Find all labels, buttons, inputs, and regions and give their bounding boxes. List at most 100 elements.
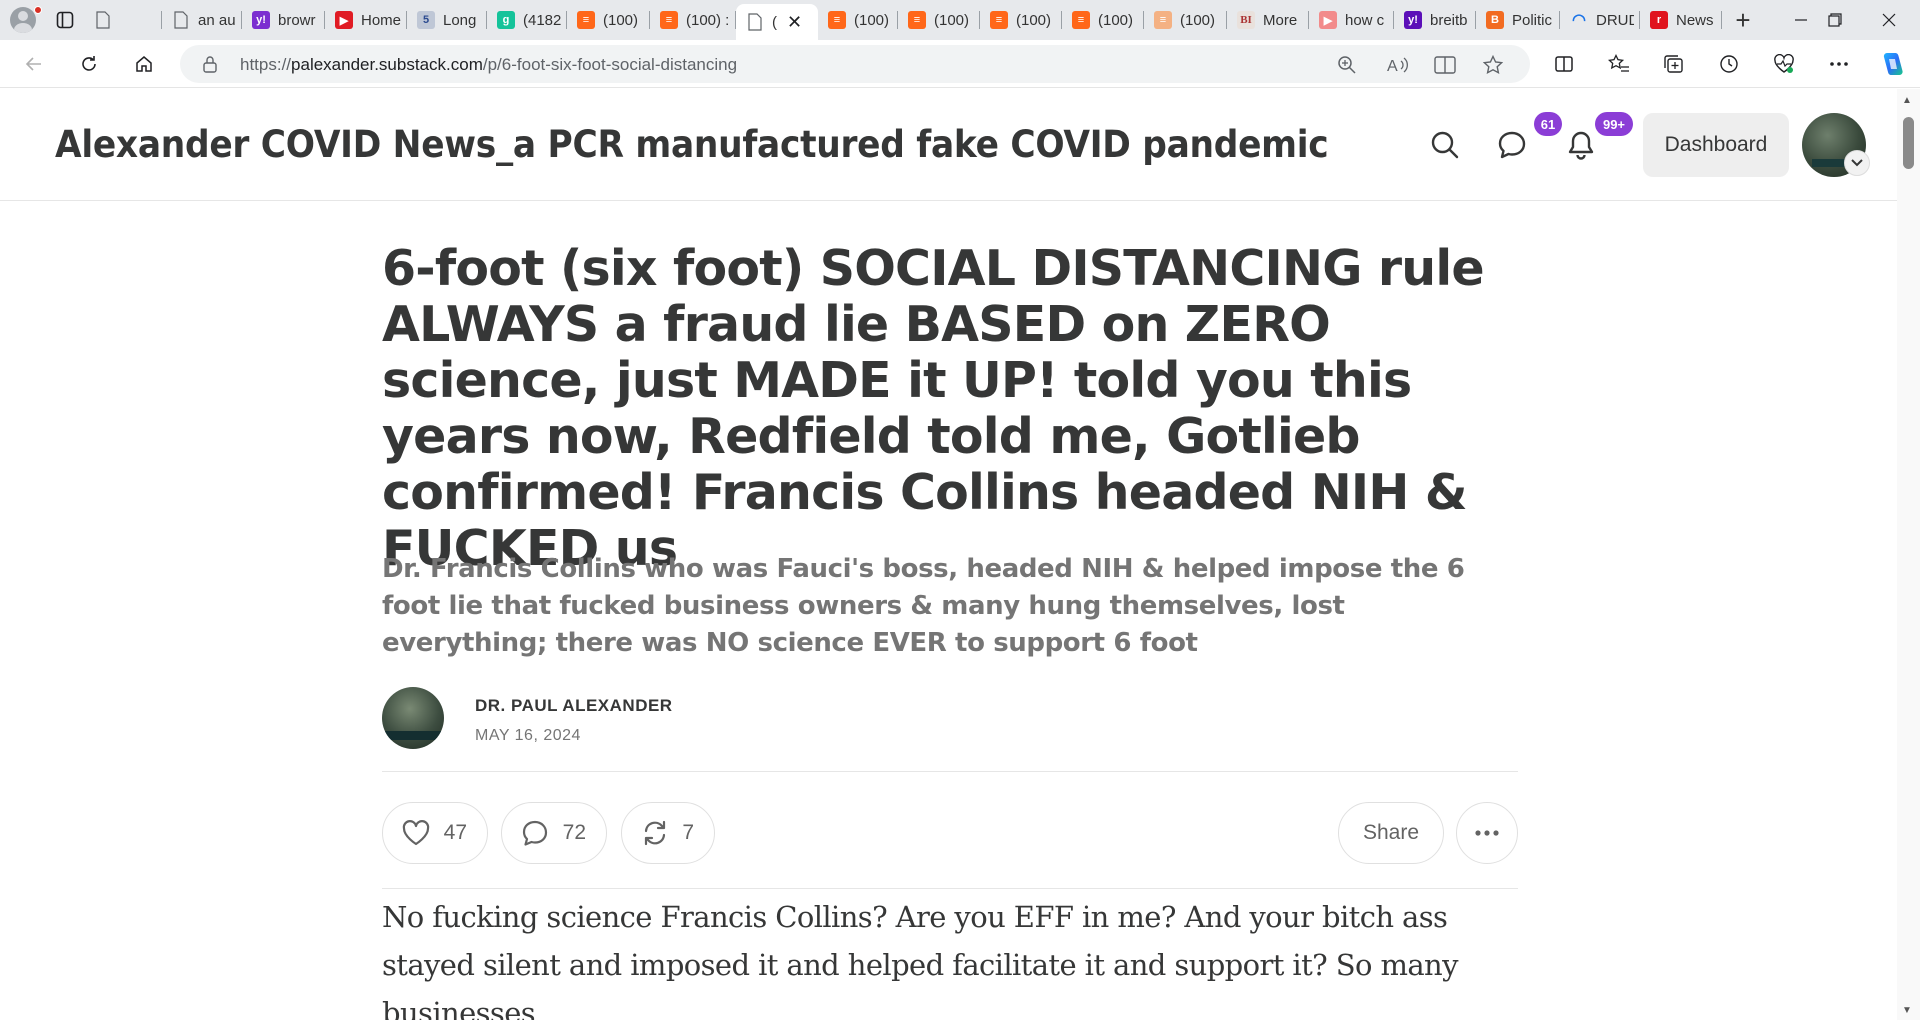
tab[interactable]: r News [1640,0,1722,40]
favorites-button[interactable] [1603,48,1635,80]
profile-button[interactable] [0,0,46,40]
yahoo-icon: y! [1404,11,1422,29]
back-button[interactable] [18,48,50,80]
search-button[interactable] [1427,127,1463,163]
substack-icon: ≡ [1154,11,1172,29]
history-button[interactable] [1713,48,1745,80]
substack-icon: ≡ [990,11,1008,29]
url-text: https://palexander.substack.com/p/6-foot… [240,55,738,74]
split-screen-icon [1555,56,1573,72]
tab-title: (100) [1098,11,1134,29]
post-title: 6-foot (six foot) SOCIAL DISTANCING rule… [382,240,1485,577]
tab-actions-button[interactable] [46,0,84,40]
split-screen-button[interactable] [1548,48,1580,80]
arrow-left-icon [25,57,41,71]
notifications-button[interactable] [1563,127,1599,163]
favorite-button[interactable] [1482,54,1504,76]
star-icon [1483,55,1503,75]
tab[interactable]: ≡ (100) [898,0,980,40]
svg-text:A: A [1387,58,1398,75]
share-button[interactable]: Share [1338,802,1444,864]
page-scrollbar[interactable]: ▲ ▼ [1897,89,1920,1020]
chat-button[interactable] [1494,127,1530,163]
tab[interactable]: ≡ (100) [1144,0,1227,40]
page-icon [94,11,112,29]
read-aloud-button[interactable]: A [1387,54,1409,76]
address-bar[interactable]: https://palexander.substack.com/p/6-foot… [180,45,1530,83]
tab[interactable]: ◠ DRUD [1560,0,1640,40]
new-tab-button[interactable]: + [1722,0,1764,40]
b-icon: B [1486,11,1504,29]
tab-actions-icon [56,11,74,29]
close-window-button[interactable] [1858,0,1920,40]
refresh-button[interactable] [73,48,105,80]
scroll-thumb[interactable] [1903,117,1914,169]
tab-title: (100) : [686,11,730,29]
favorites-list-icon [1608,54,1629,72]
restack-count: 7 [682,821,694,844]
tab[interactable]: ≡ (100) [980,0,1062,40]
bi-icon: BI [1237,11,1255,29]
post-more-button[interactable] [1456,802,1518,864]
divider-bottom [382,888,1518,889]
scroll-up-arrow-icon[interactable]: ▲ [1902,95,1912,106]
site-title[interactable]: Alexander COVID News_a PCR manufactured … [55,123,1329,166]
bell-icon [1568,131,1594,160]
comment-button[interactable]: 72 [501,802,607,864]
account-menu-button[interactable] [1844,150,1870,176]
tab-list: an au y! browr ▶ Home 5 Long g (4182 ≡ (100) ≡ (100)… [84,0,1722,40]
tab[interactable]: y! browr [242,0,325,40]
tab[interactable]: B Politic [1476,0,1560,40]
tab[interactable]: ≡ (100) : [650,0,736,40]
tab-title: DRUD [1596,11,1634,29]
tab[interactable]: BI More [1227,0,1309,40]
tab-title: (4182 [523,11,561,29]
tab[interactable]: ≡ (100) [567,0,650,40]
home-button[interactable] [128,48,160,80]
tab-title: (100) [603,11,639,29]
collections-button[interactable] [1658,48,1690,80]
chat-bubble-icon [1498,131,1526,159]
dashboard-button[interactable]: Dashboard [1643,113,1789,177]
tab[interactable]: 5 Long [407,0,487,40]
history-icon [1720,55,1738,73]
search-icon [1431,131,1459,159]
divider-top [382,771,1518,772]
author-name[interactable]: DR. PAUL ALEXANDER [475,696,673,716]
comment-icon [522,820,548,846]
performance-button[interactable] [1768,48,1800,80]
restack-button[interactable]: 7 [621,802,715,864]
author-avatar[interactable] [382,687,444,749]
restack-icon [644,820,666,846]
close-tab-icon[interactable]: ✕ [787,12,802,33]
immersive-reader-button[interactable] [1434,54,1456,76]
tab[interactable] [84,0,162,40]
scroll-down-arrow-icon[interactable]: ▼ [1902,1005,1912,1016]
refresh-icon [82,56,96,71]
read-aloud-icon: A [1387,57,1408,75]
tab[interactable]: an au [162,0,242,40]
copilot-button[interactable] [1876,48,1908,80]
tab-title: (100) [934,11,970,29]
plus-icon: + [1735,4,1751,35]
tab[interactable]: ▶ Home [325,0,407,40]
tab[interactable]: g (4182 [487,0,567,40]
restore-button[interactable] [1804,0,1866,40]
tab[interactable]: ▶ how c [1309,0,1394,40]
substack-icon: ≡ [828,11,846,29]
profile-alert-dot [34,6,42,14]
browser-toolbar: https://palexander.substack.com/p/6-foot… [0,40,1920,88]
settings-more-button[interactable] [1823,48,1855,80]
tab[interactable]: ≡ (100) [1062,0,1144,40]
tab-active[interactable]: (✕ [736,4,818,40]
more-horizontal-icon [1475,830,1499,836]
tab[interactable]: y! breitb [1394,0,1476,40]
tab-title: breitb [1430,11,1468,29]
loading-icon: ◠ [1570,11,1588,29]
home-icon [136,56,152,72]
zoom-button[interactable] [1336,54,1358,76]
tab[interactable]: ≡ (100) [818,0,898,40]
substack-icon: ≡ [1072,11,1090,29]
substack-icon: ≡ [908,11,926,29]
like-button[interactable]: 47 [382,802,488,864]
